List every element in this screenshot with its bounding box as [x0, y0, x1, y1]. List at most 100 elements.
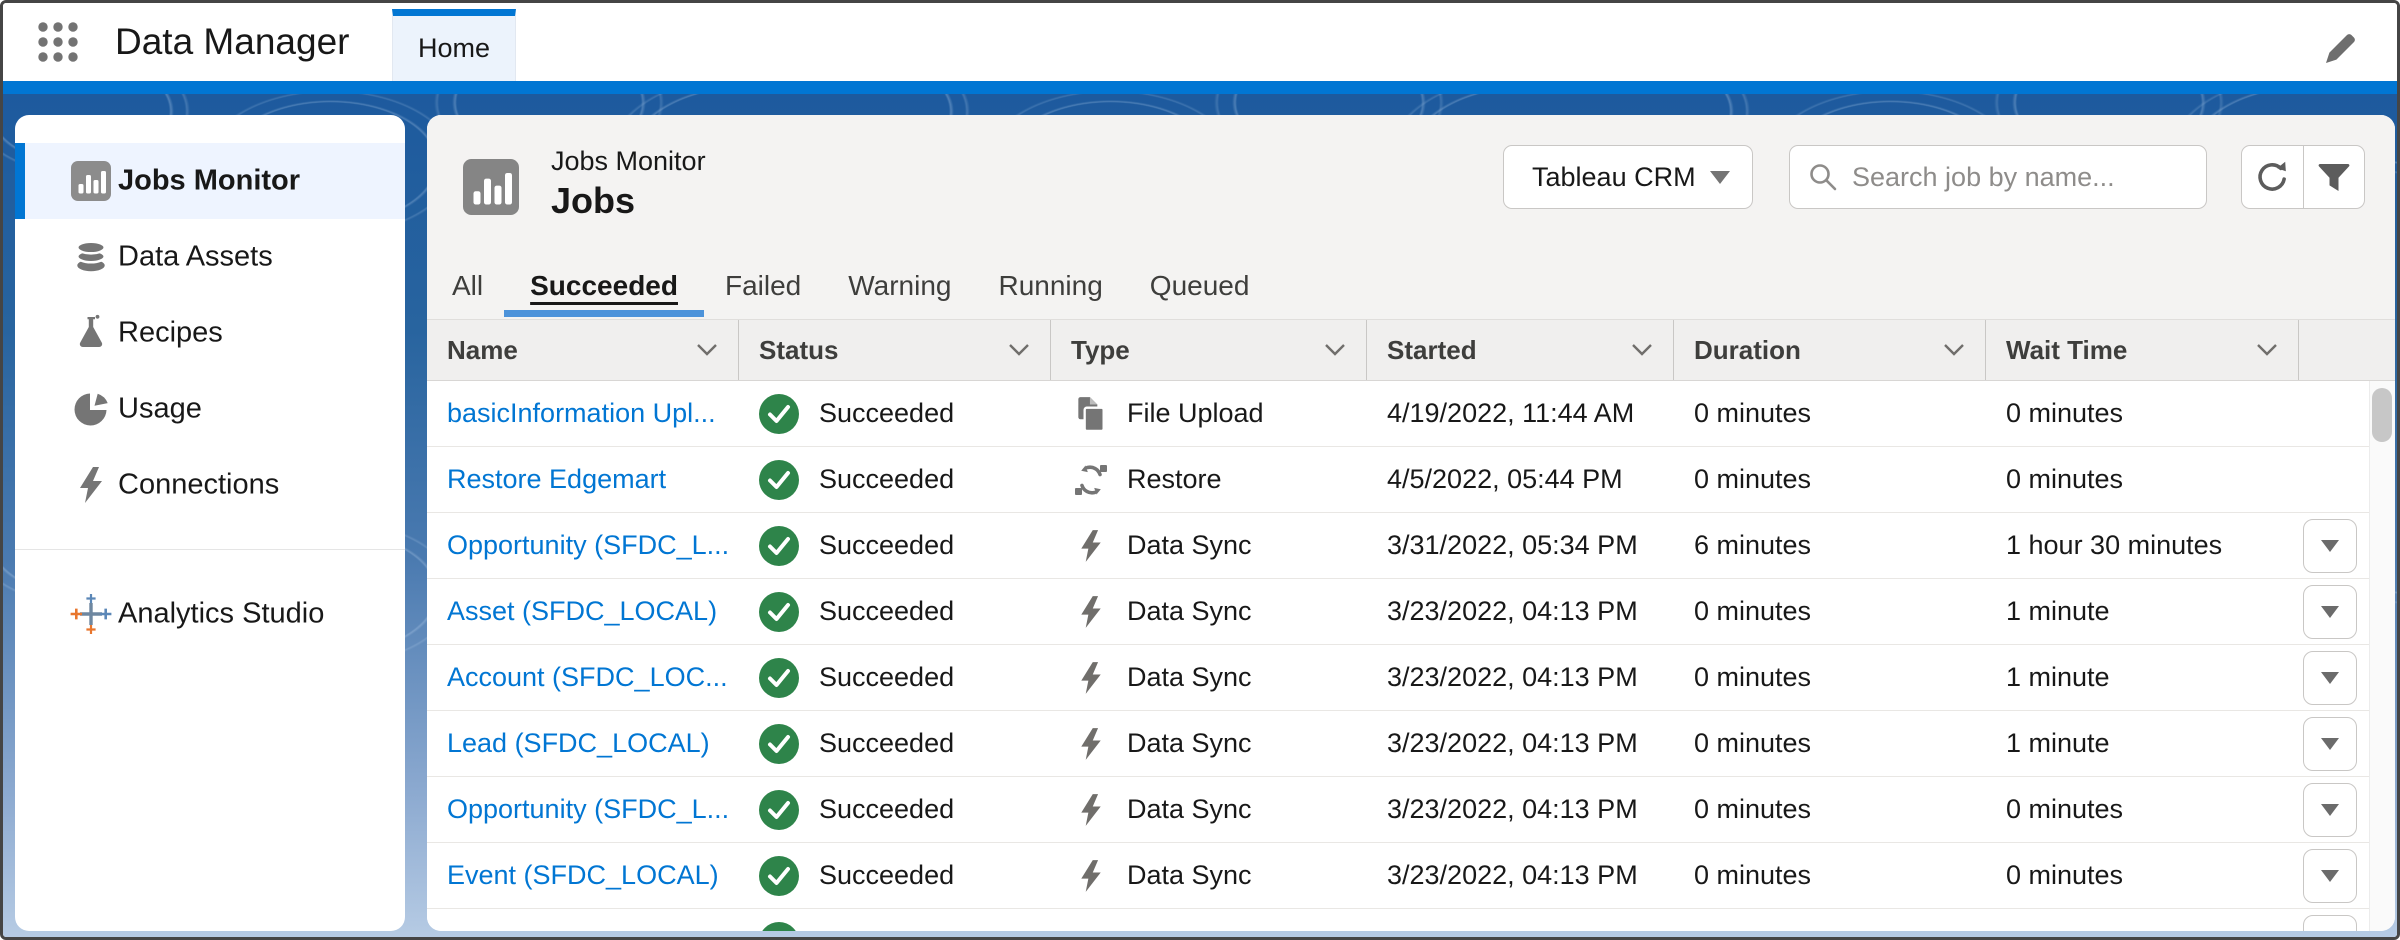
cell-duration: 0 minutes — [1674, 447, 1986, 512]
cell-actions — [2299, 513, 2370, 578]
row-actions-dropdown-button[interactable] — [2303, 915, 2357, 932]
row-actions-dropdown-button[interactable] — [2303, 717, 2357, 771]
cell-duration-value: 0 minutes — [1694, 398, 1811, 429]
status-label: Succeeded — [819, 464, 954, 495]
tab-home[interactable]: Home — [392, 9, 516, 81]
status-label: Succeeded — [819, 530, 954, 561]
cell-type: Data Sync — [1051, 645, 1367, 710]
cell-wait-time: 1 minute — [1986, 645, 2299, 710]
filter-button[interactable] — [2303, 146, 2365, 208]
chevron-down-icon — [1324, 343, 1346, 357]
search-icon — [1808, 162, 1838, 192]
search-input[interactable] — [1850, 161, 2188, 194]
success-check-icon — [759, 526, 799, 566]
file-upload-icon — [1071, 395, 1111, 433]
row-actions-dropdown-button[interactable] — [2303, 651, 2357, 705]
status-label: Succeeded — [819, 860, 954, 891]
cell-started-value: 3/23/2022, 04:13 PM — [1387, 860, 1638, 891]
tab-warning[interactable]: Warning — [848, 253, 951, 319]
column-header-duration[interactable]: Duration — [1674, 320, 1986, 380]
table-header-row: Name Status Type Started DurationWait Time — [427, 319, 2395, 381]
cell-started-value: 4/5/2022, 05:44 PM — [1387, 464, 1623, 495]
status-label: Succeeded — [819, 662, 954, 693]
job-name-link[interactable]: Opportunity (SFDC_L... — [447, 530, 729, 561]
cell-wait-time: 1 minute — [1986, 579, 2299, 644]
sidebar-item-label: Usage — [118, 393, 202, 426]
data-sync-icon — [1071, 593, 1111, 631]
cell-type: Restore — [1051, 447, 1367, 512]
data-manager-window: Data Manager Home Jobs Monitor Data Asset… — [0, 0, 2400, 940]
row-actions-dropdown-button[interactable] — [2303, 585, 2357, 639]
sidebar-item-usage[interactable]: Usage — [15, 371, 405, 447]
cell-name: basicInformation Upl... — [427, 381, 739, 446]
cell-started-value: 3/23/2022, 04:13 PM — [1387, 794, 1638, 825]
job-name-link[interactable]: Lead (SFDC_LOCAL) — [447, 728, 710, 759]
filter-icon — [2317, 160, 2351, 194]
column-header-name[interactable]: Name — [427, 320, 739, 380]
cell-wait-time: 0 minutes — [1986, 843, 2299, 908]
row-actions-dropdown-button[interactable] — [2303, 519, 2357, 573]
sidebar-item-data-assets[interactable]: Data Assets — [15, 219, 405, 295]
success-check-icon — [759, 394, 799, 434]
cell-started: 3/23/2022, 04:13 PM — [1367, 645, 1674, 710]
vertical-scrollbar — [2369, 381, 2395, 931]
job-search-box — [1789, 145, 2207, 209]
scrollbar-thumb[interactable] — [2372, 388, 2392, 442]
job-name-link[interactable]: Event (SFDC_LOCAL) — [447, 860, 719, 891]
success-check-icon — [759, 724, 799, 764]
sidebar-item-connections[interactable]: Connections — [15, 447, 405, 523]
pencil-icon[interactable] — [2321, 28, 2361, 68]
cell-status: Succeeded — [739, 579, 1051, 644]
job-name-link[interactable]: Account (SFDC_LOC... — [447, 662, 728, 693]
sidebar-item-label: Connections — [118, 469, 279, 502]
row-actions-dropdown-button[interactable] — [2303, 849, 2357, 903]
cell-duration: 0 minutes — [1674, 777, 1986, 842]
cell-actions — [2299, 711, 2370, 776]
tab-running[interactable]: Running — [998, 253, 1102, 319]
cell-status: Succeeded — [739, 513, 1051, 578]
column-header-status[interactable]: Status — [739, 320, 1051, 380]
success-check-icon — [759, 790, 799, 830]
cell-duration-value: 0 minutes — [1694, 728, 1811, 759]
cell-name: Lead (SFDC_LOCAL) — [427, 711, 739, 776]
refresh-button[interactable] — [2242, 146, 2303, 208]
app-selector-value: Tableau CRM — [1532, 162, 1696, 193]
column-header-started[interactable]: Started — [1367, 320, 1674, 380]
tab-failed[interactable]: Failed — [725, 253, 801, 319]
cell-started: 4/19/2022, 11:44 AM — [1367, 381, 1674, 446]
job-name-link[interactable]: Opportunity (SFDC_L... — [447, 794, 729, 825]
tab-all[interactable]: All — [452, 253, 483, 319]
data-sync-icon — [1071, 857, 1111, 895]
cell-started-value: 3/31/2022, 05:34 PM — [1387, 530, 1638, 561]
app-launcher-waffle-icon[interactable] — [37, 21, 83, 63]
sidebar-item-analytics-studio[interactable]: Analytics Studio — [15, 576, 405, 652]
cell-started-value: 3/23/2022, 04:13 PM — [1387, 728, 1638, 759]
cell-name: Account (SFDC_LOC... — [427, 645, 739, 710]
job-name-link[interactable]: basicInformation Upl... — [447, 398, 716, 429]
cell-wait-time: 0 minutes — [1986, 777, 2299, 842]
column-header-wait-time[interactable]: Wait Time — [1986, 320, 2299, 380]
jobs-table-body: basicInformation Upl... Succeeded File Upl… — [427, 381, 2395, 931]
app-title: Data Manager — [115, 21, 349, 63]
app-selector-dropdown[interactable]: Tableau CRM — [1503, 145, 1753, 209]
column-header-label: Started — [1387, 335, 1477, 366]
tab-queued[interactable]: Queued — [1150, 253, 1250, 319]
cell-wait-time: 0 minutes — [1986, 381, 2299, 446]
triangle-down-icon — [2321, 738, 2339, 750]
sidebar-item-recipes[interactable]: Recipes — [15, 295, 405, 371]
column-header-type[interactable]: Type — [1051, 320, 1367, 380]
sidebar-item-jobs-monitor[interactable]: Jobs Monitor — [15, 143, 405, 219]
row-actions-dropdown-button[interactable] — [2303, 783, 2357, 837]
cell-started: 3/23/2022, 04:13 PM — [1367, 711, 1674, 776]
sidebar-item-label: Data Assets — [118, 241, 273, 274]
column-header-label: Name — [447, 335, 518, 366]
tableau-logo-icon — [70, 593, 112, 635]
type-label: File Upload — [1127, 398, 1264, 429]
column-header-label: Status — [759, 335, 838, 366]
tab-succeeded[interactable]: Succeeded — [530, 253, 678, 319]
job-name-link[interactable]: Asset (SFDC_LOCAL) — [447, 596, 717, 627]
job-name-link[interactable]: Restore Edgemart — [447, 464, 666, 495]
refresh-icon — [2253, 158, 2291, 196]
cell-wait-time-value: 1 minute — [2006, 662, 2110, 693]
type-label: Data Sync — [1127, 530, 1252, 561]
